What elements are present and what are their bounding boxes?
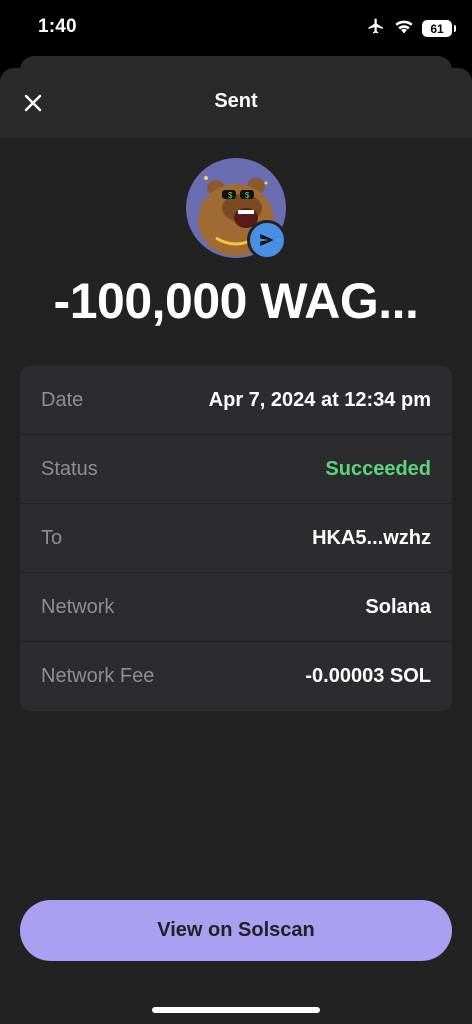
page-title: Sent bbox=[214, 90, 258, 112]
to-label: To bbox=[41, 526, 63, 549]
view-on-solscan-button[interactable]: View on Solscan bbox=[20, 900, 452, 961]
transaction-amount: -100,000 WAG... bbox=[53, 273, 419, 329]
status-icons: 61 bbox=[366, 17, 456, 40]
detail-row-network-fee: Network Fee -0.00003 SOL bbox=[20, 642, 452, 711]
wifi-icon bbox=[394, 18, 414, 39]
network-label: Network bbox=[41, 595, 115, 618]
network-value: Solana bbox=[365, 595, 431, 618]
detail-row-network: Network Solana bbox=[20, 573, 452, 642]
status-label: Status bbox=[41, 457, 98, 480]
transaction-details-card: Date Apr 7, 2024 at 12:34 pm Status Succ… bbox=[20, 366, 452, 711]
network-fee-label: Network Fee bbox=[41, 665, 155, 687]
to-address-value[interactable]: HKA5...wzhz bbox=[312, 527, 431, 550]
airplane-icon bbox=[366, 17, 386, 40]
date-value: Apr 7, 2024 at 12:34 pm bbox=[208, 388, 431, 411]
battery-icon: 61 bbox=[422, 20, 456, 37]
token-avatar-group: $ $ bbox=[186, 158, 287, 260]
status-value: Succeeded bbox=[325, 457, 431, 480]
status-bar: 1:40 61 bbox=[0, 0, 472, 58]
detail-row-date: Date Apr 7, 2024 at 12:34 pm bbox=[20, 366, 452, 435]
sheet-header: Sent bbox=[0, 68, 472, 138]
status-time: 1:40 bbox=[38, 16, 77, 37]
svg-text:$: $ bbox=[228, 191, 233, 200]
detail-row-status: Status Succeeded bbox=[20, 435, 452, 504]
network-fee-value: -0.00003 SOL bbox=[305, 665, 431, 687]
send-badge bbox=[247, 220, 287, 260]
send-arrow-icon bbox=[260, 234, 274, 246]
date-label: Date bbox=[41, 388, 84, 411]
svg-text:$: $ bbox=[245, 191, 250, 200]
home-indicator[interactable] bbox=[152, 1007, 320, 1013]
transaction-sheet: Sent $ $ -100,000 WAG... Date Apr 7, 202… bbox=[0, 68, 472, 1024]
detail-row-to[interactable]: To HKA5...wzhz bbox=[20, 504, 452, 573]
